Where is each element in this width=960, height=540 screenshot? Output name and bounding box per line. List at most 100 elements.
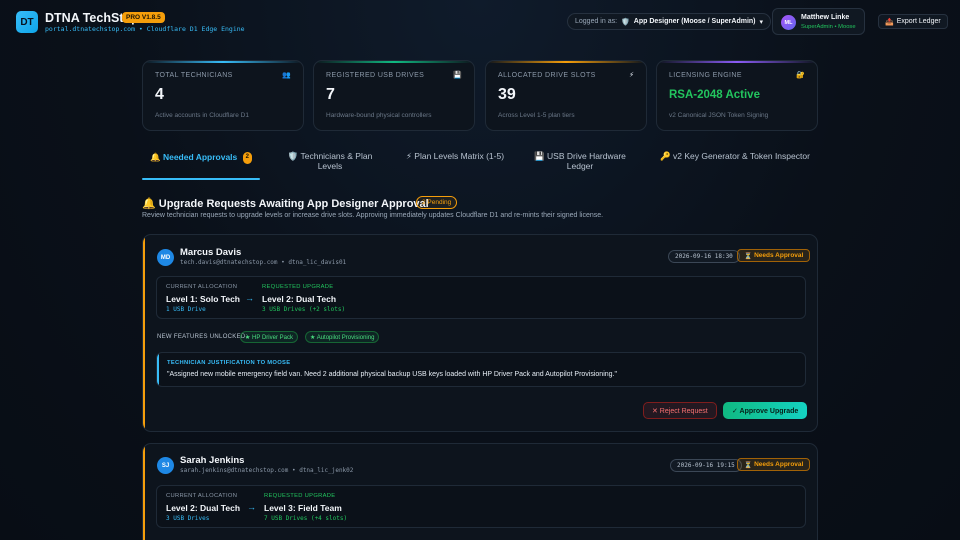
tab-usb-drive-ledger[interactable]: 💾 USB Drive Hardware Ledger bbox=[528, 151, 632, 180]
requested-level: Level 3: Field Team bbox=[264, 503, 342, 513]
card-accent-bar bbox=[314, 61, 474, 63]
arrow-right-icon: → bbox=[247, 502, 256, 512]
stat-label: TOTAL TECHNICIANS bbox=[155, 72, 233, 79]
current-level: Level 2: Dual Tech bbox=[166, 503, 241, 513]
app-logo: DT bbox=[16, 11, 38, 33]
logged-in-label: Logged in as: bbox=[575, 18, 618, 25]
lightning-icon: ⚡ bbox=[405, 151, 412, 161]
feature-tag: ★ HP Driver Pack bbox=[240, 331, 298, 343]
tab-label: Needed Approvals bbox=[162, 152, 238, 162]
floppy-disk-icon: 💾 bbox=[453, 72, 462, 79]
justification-text: "Assigned new mobile emergency field van… bbox=[167, 371, 617, 378]
lock-key-icon: 🔐 bbox=[796, 72, 805, 79]
key-icon: 🔑 bbox=[660, 151, 671, 161]
arrow-right-icon: → bbox=[245, 293, 254, 303]
stat-label: ALLOCATED DRIVE SLOTS bbox=[498, 72, 596, 79]
card-accent-bar bbox=[657, 61, 817, 63]
pending-count-badge: 2 Pending bbox=[416, 196, 458, 209]
tab-needed-approvals[interactable]: 🔔 Needed Approvals 2 bbox=[142, 152, 260, 180]
requested-drives: 7 USB Drives (+4 slots) bbox=[264, 515, 348, 522]
card-accent-bar bbox=[143, 444, 145, 540]
card-accent-bar bbox=[143, 61, 303, 63]
export-ledger-button[interactable]: 📤 Export Ledger bbox=[878, 14, 948, 29]
hourglass-icon: ⏳ bbox=[744, 252, 753, 260]
stat-desc: v2 Canonical JSON Token Signing bbox=[669, 112, 769, 119]
lightning-icon: ⚡ bbox=[629, 72, 634, 79]
stat-desc: Hardware-bound physical controllers bbox=[326, 112, 432, 119]
user-name: Matthew Linke bbox=[801, 14, 850, 21]
user-role: SuperAdmin • Moose bbox=[801, 24, 856, 30]
current-allocation-label: CURRENT ALLOCATION bbox=[166, 284, 238, 290]
status-badge: ⏳ Needs Approval bbox=[737, 249, 811, 262]
request-card: SJ Sarah Jenkins sarah.jenkins@dtnatechs… bbox=[142, 443, 818, 540]
tab-key-generator[interactable]: 🔑 v2 Key Generator & Token Inspector bbox=[660, 151, 810, 180]
requested-drives: 3 USB Drives (+2 slots) bbox=[262, 306, 346, 313]
status-badge: ⏳ Needs Approval bbox=[737, 458, 811, 471]
users-icon: 👥 bbox=[282, 72, 291, 79]
shield-icon: 🛡️ bbox=[621, 18, 630, 26]
justification-label: TECHNICIAN JUSTIFICATION TO MOOSE bbox=[167, 360, 291, 366]
card-accent-bar bbox=[143, 235, 145, 431]
stat-card-drive-slots: ALLOCATED DRIVE SLOTS ⚡ 39 Across Level … bbox=[485, 60, 647, 131]
stat-value: 4 bbox=[155, 86, 164, 103]
hourglass-icon: ⏳ bbox=[744, 461, 753, 469]
tab-label: v2 Key Generator & Token Inspector bbox=[673, 151, 810, 161]
floppy-disk-icon: 💾 bbox=[534, 151, 545, 161]
stat-card-usb-drives: REGISTERED USB DRIVES 💾 7 Hardware-bound… bbox=[313, 60, 475, 131]
shield-icon: 🛡️ bbox=[287, 151, 299, 161]
status-label: Needs Approval bbox=[754, 252, 804, 259]
justification-accent bbox=[157, 353, 159, 386]
stat-card-technicians: TOTAL TECHNICIANS 👥 4 Active accounts in… bbox=[142, 60, 304, 131]
requested-upgrade-label: REQUESTED UPGRADE bbox=[264, 493, 336, 499]
reject-request-button[interactable]: ✕ Reject Request bbox=[643, 402, 717, 419]
approve-upgrade-button[interactable]: ✓ Approve Upgrade bbox=[723, 402, 808, 419]
current-level: Level 1: Solo Tech bbox=[166, 294, 241, 304]
avatar: SJ bbox=[157, 457, 174, 474]
stat-value: 39 bbox=[498, 86, 516, 103]
request-card: MD Marcus Davis tech.davis@dtnatechstop.… bbox=[142, 234, 818, 432]
section-title: 🔔 Upgrade Requests Awaiting App Designer… bbox=[142, 197, 429, 210]
feature-tag: ★ Autopilot Provisioning bbox=[305, 331, 380, 343]
requested-level: Level 2: Dual Tech bbox=[262, 294, 337, 304]
allocation-comparison: CURRENT ALLOCATION Level 1: Solo Tech 1 … bbox=[156, 276, 806, 319]
stat-label: REGISTERED USB DRIVES bbox=[326, 72, 425, 79]
tab-plan-levels-matrix[interactable]: ⚡ Plan Levels Matrix (1-5) bbox=[400, 151, 510, 180]
stat-value: RSA-2048 Active bbox=[669, 89, 760, 101]
tab-label: Technicians & Plan Levels bbox=[300, 151, 373, 171]
card-accent-bar bbox=[486, 61, 646, 63]
technician-name: Marcus Davis bbox=[180, 247, 242, 258]
chevron-down-icon: ▾ bbox=[759, 18, 764, 26]
current-drives: 1 USB Drive bbox=[166, 306, 206, 313]
features-label: NEW FEATURES UNLOCKED: bbox=[157, 334, 248, 340]
role-value: App Designer (Moose / SuperAdmin) bbox=[633, 18, 756, 25]
version-badge: PRO V1.8.5 bbox=[122, 12, 165, 23]
active-tab-indicator bbox=[142, 178, 260, 180]
stat-card-licensing-engine: LICENSING ENGINE 🔐 RSA-2048 Active v2 Ca… bbox=[656, 60, 818, 131]
top-bar: DT DTNA TechStop PRO V1.8.5 portal.dtnat… bbox=[0, 0, 960, 44]
bell-icon: 🔔 bbox=[149, 152, 161, 162]
avatar: ML bbox=[781, 15, 796, 30]
tab-label: USB Drive Hardware Ledger bbox=[547, 151, 626, 171]
current-allocation-label: CURRENT ALLOCATION bbox=[166, 493, 238, 499]
avatar: MD bbox=[157, 249, 174, 266]
current-drives: 3 USB Drives bbox=[166, 515, 210, 522]
section-title-text: Upgrade Requests Awaiting App Designer A… bbox=[158, 198, 429, 210]
stat-label: LICENSING ENGINE bbox=[669, 72, 742, 79]
status-label: Needs Approval bbox=[754, 461, 804, 468]
request-timestamp: 2026-09-16 18:30 bbox=[668, 250, 740, 263]
section-description: Review technician requests to upgrade le… bbox=[142, 212, 604, 219]
technician-name: Sarah Jenkins bbox=[180, 455, 245, 466]
app-subtitle: portal.dtnatechstop.com • Cloudflare D1 … bbox=[45, 25, 245, 33]
stat-value: 7 bbox=[326, 86, 335, 103]
user-profile[interactable]: ML Matthew Linke SuperAdmin • Moose bbox=[772, 8, 865, 35]
request-timestamp: 2026-09-16 19:15 bbox=[670, 459, 742, 472]
tab-count-badge: 2 bbox=[242, 152, 252, 164]
allocation-comparison: CURRENT ALLOCATION Level 2: Dual Tech 3 … bbox=[156, 485, 806, 528]
technician-meta: tech.davis@dtnatechstop.com • dtna_lic_d… bbox=[180, 259, 347, 266]
technician-meta: sarah.jenkins@dtnatechstop.com • dtna_li… bbox=[180, 467, 354, 474]
role-selector[interactable]: Logged in as: 🛡️ App Designer (Moose / S… bbox=[567, 13, 772, 30]
export-ledger-label: Export Ledger bbox=[896, 18, 941, 25]
export-icon: 📤 bbox=[885, 18, 894, 26]
tab-technicians-plan-levels[interactable]: 🛡️ Technicians & Plan Levels bbox=[278, 151, 382, 180]
stat-desc: Active accounts in Cloudflare D1 bbox=[155, 112, 249, 119]
